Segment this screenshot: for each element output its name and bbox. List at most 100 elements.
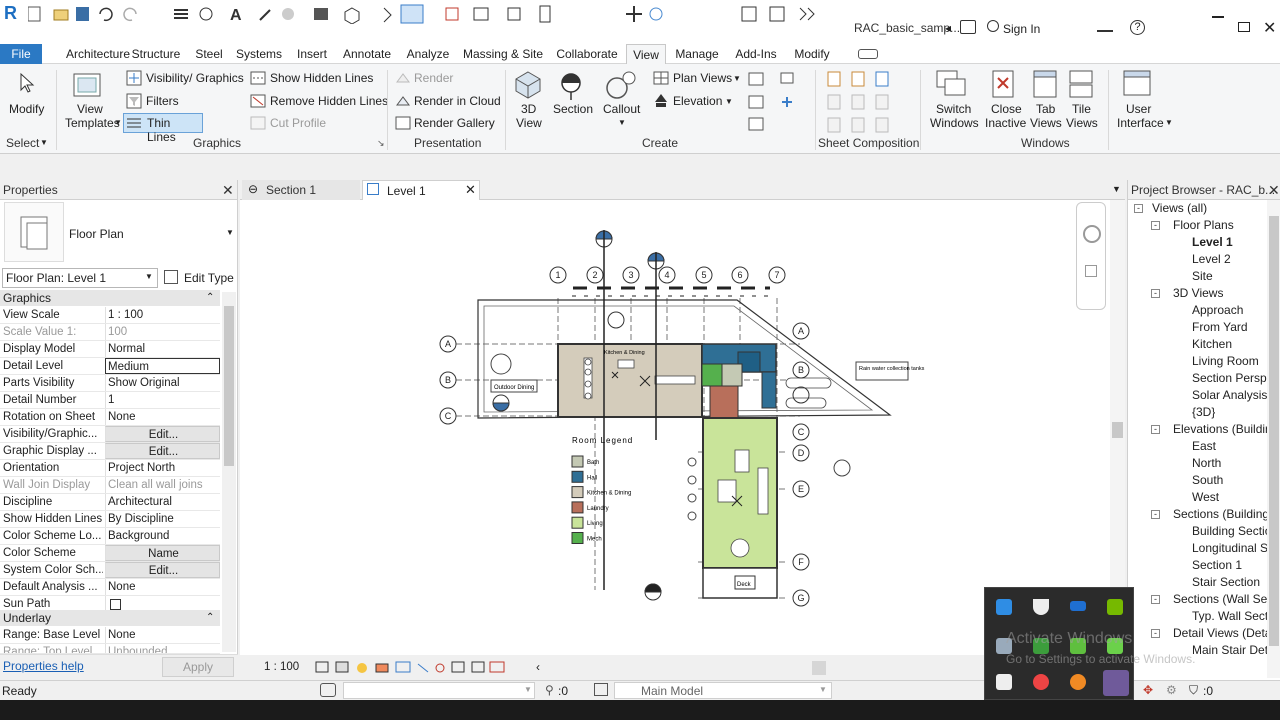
tray-app-icon-6[interactable] (1070, 674, 1086, 690)
modify-button[interactable]: Modify (9, 102, 44, 116)
cart-icon[interactable] (1097, 20, 1113, 32)
menu-analyze[interactable]: Analyze (402, 44, 454, 64)
properties-scrollbar[interactable] (222, 292, 236, 652)
tray-pen-icon[interactable] (1103, 670, 1129, 696)
view-templates-line2[interactable]: Templates (65, 116, 120, 130)
browser-item[interactable]: {3D} (1192, 405, 1215, 419)
chevron-down-icon[interactable]: ▼ (618, 118, 626, 127)
browser-item[interactable]: From Yard (1192, 320, 1248, 334)
elevation-button[interactable]: Elevation (673, 94, 722, 108)
property-value[interactable]: Clean all wall joins (105, 477, 220, 493)
property-value[interactable]: Edit... (105, 443, 220, 459)
property-row[interactable]: Color Scheme Name (0, 545, 220, 562)
tab-level-1[interactable]: Level 1 ✕ (362, 180, 480, 201)
tree-expander-icon[interactable]: - (1151, 425, 1160, 434)
section-graphics[interactable]: Graphics ⌃ (0, 290, 220, 306)
property-row[interactable]: Orientation Project North (0, 460, 220, 477)
browser-item[interactable]: Detail Views (Detail (1173, 626, 1267, 640)
menu-collaborate[interactable]: Collaborate (552, 44, 622, 64)
sun-path-checkbox[interactable] (110, 599, 121, 610)
property-row[interactable]: Display Model Normal (0, 341, 220, 358)
scrollbar-thumb[interactable] (1269, 216, 1279, 646)
browser-item[interactable]: Level 2 (1192, 252, 1231, 266)
property-value[interactable]: None (105, 579, 220, 595)
property-value[interactable]: Background (105, 528, 220, 544)
section-button[interactable]: Section (553, 102, 593, 116)
property-row[interactable]: Scale Value 1: 100 (0, 324, 220, 341)
3d-view-line2[interactable]: View (516, 116, 542, 130)
scrollbar-thumb[interactable] (1112, 422, 1123, 438)
close-inactive-line2[interactable]: Inactive (985, 116, 1026, 130)
chevron-down-icon[interactable]: ▼ (226, 228, 234, 237)
property-row[interactable]: Wall Join Display Clean all wall joins (0, 477, 220, 494)
browser-item[interactable]: Section 1 (1192, 558, 1242, 572)
cloud-icon[interactable] (1070, 601, 1086, 611)
close-icon[interactable]: ✕ (222, 180, 234, 200)
tab-views-line1[interactable]: Tab (1036, 102, 1055, 116)
menu-modify[interactable]: Modify (788, 44, 836, 64)
browser-item[interactable]: Sections (Wall Sect (1173, 592, 1267, 606)
property-row[interactable]: Visibility/Graphic... Edit... (0, 426, 220, 443)
render-button[interactable]: Render (414, 71, 453, 85)
menu-add-ins[interactable]: Add-Ins (730, 44, 782, 64)
filters-button[interactable]: Filters (146, 94, 179, 108)
chevron-down-icon[interactable]: ▼ (40, 138, 48, 147)
tree-expander-icon[interactable]: - (1151, 629, 1160, 638)
property-row[interactable]: Range: Base Level None (0, 627, 220, 644)
close-icon[interactable]: ✕ (465, 182, 476, 198)
chevron-down-icon[interactable]: ▼ (725, 97, 733, 106)
render-in-cloud-button[interactable]: Render in Cloud (414, 94, 501, 108)
select-links-icon[interactable]: ✥ (1143, 683, 1153, 697)
switch-windows-line2[interactable]: Windows (930, 116, 979, 130)
view-templates-line1[interactable]: View (77, 102, 103, 116)
menu-insert[interactable]: Insert (291, 44, 333, 64)
browser-scrollbar[interactable] (1267, 200, 1280, 678)
switch-windows-line1[interactable]: Switch (936, 102, 971, 116)
tree-expander-icon[interactable]: - (1151, 510, 1160, 519)
browser-item[interactable]: West (1192, 490, 1219, 504)
tray-app-icon[interactable] (996, 599, 1012, 615)
quick-access-toolbar[interactable]: A (28, 4, 428, 24)
tile-views-line1[interactable]: Tile (1072, 102, 1091, 116)
navigation-bar[interactable] (1076, 202, 1106, 310)
binoculars-icon[interactable] (960, 20, 976, 34)
shield-icon[interactable] (1033, 599, 1049, 615)
property-value[interactable]: Show Original (105, 375, 220, 391)
browser-item[interactable]: Typ. Wall Sectic (1192, 609, 1267, 623)
property-value[interactable]: None (105, 627, 220, 643)
browser-item[interactable]: North (1192, 456, 1221, 470)
editable-only-icon[interactable]: ⚲ (545, 683, 554, 697)
property-value[interactable]: Architectural (105, 494, 220, 510)
browser-item[interactable]: Living Room (1192, 354, 1259, 368)
browser-item[interactable]: South (1192, 473, 1223, 487)
chevron-down-icon[interactable]: ▼ (733, 74, 741, 83)
browser-item[interactable]: Sections (Building (1173, 507, 1267, 521)
close-inactive-line1[interactable]: Close (991, 102, 1022, 116)
design-options-icon[interactable] (594, 683, 608, 696)
show-hidden-lines-button[interactable]: Show Hidden Lines (270, 71, 373, 85)
cut-profile-button[interactable]: Cut Profile (270, 116, 326, 130)
browser-item[interactable]: Elevations (Building (1173, 422, 1267, 436)
chevron-down-icon[interactable]: ▼ (114, 118, 122, 127)
property-value[interactable]: By Discipline (105, 511, 220, 527)
browser-item[interactable]: Stair Section (1192, 575, 1260, 589)
property-value[interactable]: Unbounded (105, 644, 220, 653)
chevron-left-icon[interactable]: ◂ (945, 21, 951, 35)
property-value[interactable]: 1 (105, 392, 220, 408)
property-value[interactable]: Project North (105, 460, 220, 476)
worksets-icon[interactable] (320, 683, 336, 697)
minimize-button[interactable] (1212, 16, 1224, 18)
menu-view[interactable]: View (626, 44, 666, 65)
steering-wheel-icon[interactable] (1083, 225, 1101, 243)
scrollbar-thumb[interactable] (224, 306, 234, 466)
tab-section-1[interactable]: ⊖ Section 1 (242, 180, 360, 200)
property-row[interactable]: Default Analysis ... None (0, 579, 220, 596)
design-option-selector[interactable]: Main Model ▼ (614, 682, 832, 699)
tree-expander-icon[interactable]: - (1151, 289, 1160, 298)
browser-item[interactable]: Level 1 (1192, 235, 1233, 249)
sign-in-link[interactable]: Sign In (1003, 22, 1040, 36)
property-row[interactable]: Discipline Architectural (0, 494, 220, 511)
property-row[interactable]: Color Scheme Lo... Background (0, 528, 220, 545)
remove-hidden-lines-button[interactable]: Remove Hidden Lines (270, 94, 388, 108)
menu-annotate[interactable]: Annotate (338, 44, 396, 64)
